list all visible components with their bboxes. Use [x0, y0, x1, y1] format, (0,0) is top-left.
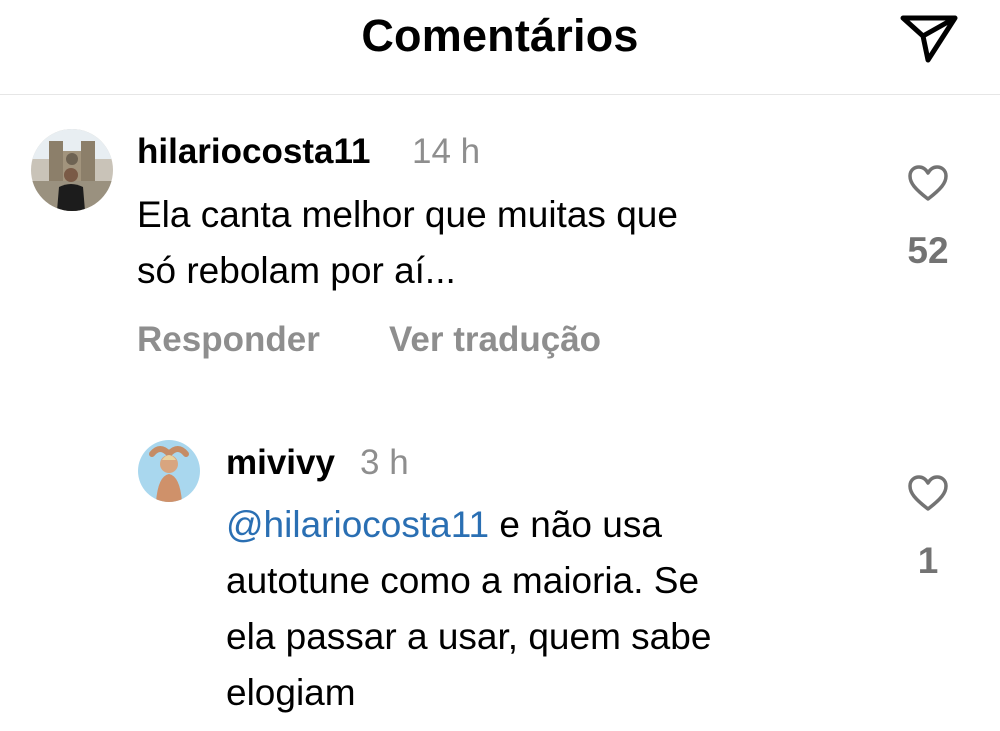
comment-text: Ela canta melhor que muitas que só rebol… — [137, 187, 678, 299]
avatar[interactable] — [138, 440, 200, 502]
reply-timestamp: 3 h — [360, 443, 409, 482]
page-title: Comentários — [361, 10, 639, 61]
reply-text-line: @hilariocosta11 e não usa — [226, 497, 711, 553]
header-bar: Comentários — [0, 0, 1000, 95]
avatar-photo — [31, 129, 113, 211]
paper-plane-icon[interactable] — [898, 12, 960, 64]
reply-username[interactable]: mivivy — [226, 443, 335, 483]
comment-text-line: só rebolam por aí... — [137, 250, 456, 291]
like-count: 1 — [917, 540, 939, 581]
mention-link[interactable]: @hilariocosta11 — [226, 504, 489, 545]
reply-text-line: ela passar a usar, quem sabe — [226, 616, 712, 657]
heart-icon[interactable] — [907, 164, 949, 202]
reply-text-segment: e não usa — [489, 504, 662, 545]
heart-icon[interactable] — [907, 474, 949, 512]
comment-timestamp: 14 h — [412, 132, 481, 171]
comment-text-line: Ela canta melhor que muitas que — [137, 194, 678, 235]
like-count: 52 — [907, 230, 949, 271]
reply-text: @hilariocosta11 e não usa autotune como … — [226, 497, 711, 721]
comment-username[interactable]: hilariocosta11 — [137, 132, 370, 172]
avatar-photo — [138, 440, 200, 502]
translate-button[interactable]: Ver tradução — [389, 320, 601, 360]
reply-button[interactable]: Responder — [137, 320, 320, 360]
avatar[interactable] — [31, 129, 113, 211]
reply-text-line: autotune como a maioria. Se — [226, 560, 700, 601]
reply-text-line: elogiam — [226, 672, 356, 713]
